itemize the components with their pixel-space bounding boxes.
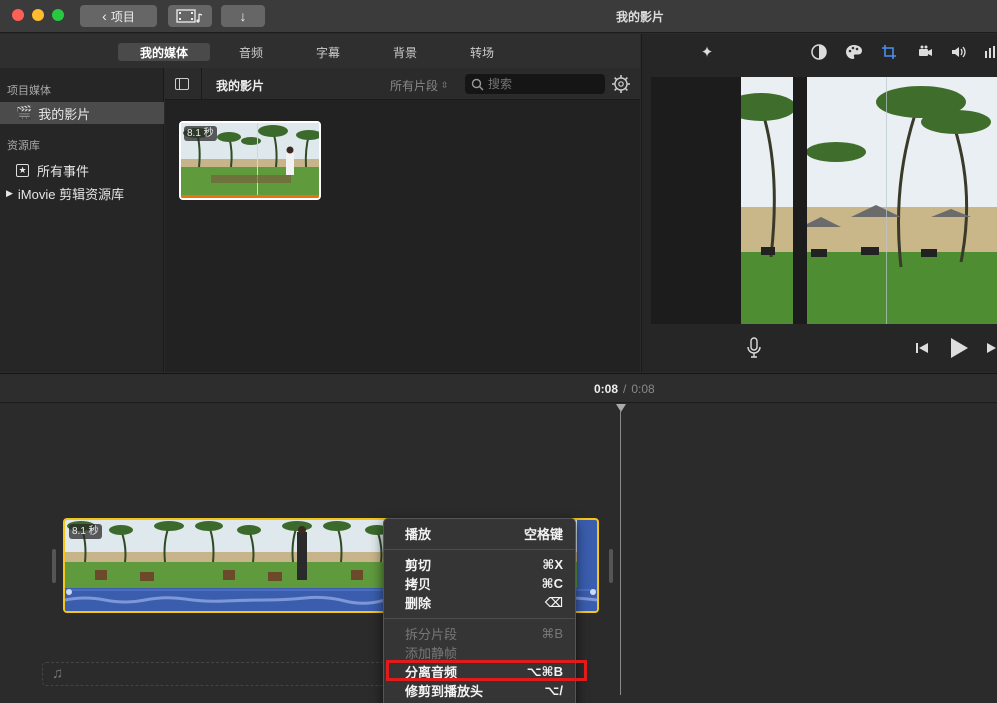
crop-icon[interactable] bbox=[880, 43, 898, 61]
clip-duration-badge: 8.1 秒 bbox=[184, 126, 217, 141]
video-preview-area bbox=[651, 77, 997, 324]
sidebar-item-my-movie[interactable]: 🎬 我的影片 bbox=[0, 102, 164, 124]
section-project-media: 项目媒体 bbox=[7, 85, 51, 97]
browser-title: 我的影片 bbox=[216, 79, 265, 93]
microphone-icon[interactable] bbox=[746, 337, 762, 359]
skip-forward-icon[interactable] bbox=[986, 340, 997, 361]
menu-item-label: 修剪到播放头 bbox=[405, 684, 484, 699]
menu-item-label: 拷贝 bbox=[405, 577, 432, 592]
menu-item-delete[interactable]: 删除 ⌫ bbox=[384, 593, 575, 612]
menu-item-label: 剪切 bbox=[405, 558, 432, 573]
sidebar-item-library[interactable]: ▶ iMovie 剪辑资源库 bbox=[0, 182, 164, 204]
tab-my-media[interactable]: 我的媒体 bbox=[118, 43, 210, 61]
menu-item-cut[interactable]: 剪切 ⌘X bbox=[384, 555, 575, 574]
close-window-button[interactable] bbox=[12, 9, 24, 21]
chevron-updown-icon: ⇳ bbox=[441, 80, 449, 90]
color-balance-icon[interactable] bbox=[810, 43, 828, 61]
film-music-icon bbox=[176, 9, 203, 23]
magic-wand-icon[interactable]: ✦ bbox=[698, 43, 716, 61]
timecode-bar: 0:08 / 0:08 bbox=[0, 373, 997, 403]
music-note-icon: ♫ bbox=[52, 665, 64, 682]
menu-separator bbox=[384, 549, 575, 550]
volume-icon[interactable] bbox=[950, 43, 968, 61]
sidebar-item-label: 我的影片 bbox=[38, 106, 91, 122]
media-tab-bar: 我的媒体 音频 字幕 背景 转场 bbox=[0, 34, 640, 68]
menu-item-shortcut: ⌘B bbox=[541, 625, 563, 641]
tab-backgrounds[interactable]: 背景 bbox=[380, 43, 430, 61]
playhead-line bbox=[620, 410, 621, 695]
sidebar-toggle-icon[interactable] bbox=[175, 78, 189, 90]
equalizer-icon[interactable] bbox=[982, 43, 997, 61]
menu-item-copy[interactable]: 拷贝 ⌘C bbox=[384, 574, 575, 593]
tab-titles[interactable]: 字幕 bbox=[303, 43, 353, 61]
play-icon[interactable] bbox=[948, 336, 970, 365]
disclosure-triangle-icon: ▶ bbox=[6, 187, 13, 198]
clip-trim-handle-right[interactable] bbox=[609, 549, 613, 583]
filter-label: 所有片段 bbox=[390, 79, 439, 93]
imovie-window: ‹ 项目 ↓ 我的影片 我的媒体 音频 字幕 背景 转场 项目媒体 🎬 我的影片… bbox=[0, 0, 997, 703]
star-box-icon: ★ bbox=[16, 163, 29, 177]
menu-item-trim-to-playhead[interactable]: 修剪到播放头 ⌥/ bbox=[384, 681, 575, 700]
sidebar-item-label: iMovie 剪辑资源库 bbox=[17, 186, 125, 202]
skip-back-icon[interactable] bbox=[914, 340, 930, 361]
timecode-display: 0:08 / 0:08 bbox=[594, 382, 655, 396]
clip-filter-select[interactable]: 所有片段 ⇳ bbox=[390, 77, 449, 94]
browser-header: 我的影片 所有片段 ⇳ bbox=[165, 68, 640, 100]
tab-audio[interactable]: 音频 bbox=[226, 43, 276, 61]
menu-item-label: 播放 bbox=[405, 527, 432, 542]
sidebar-item-label: 所有事件 bbox=[37, 163, 90, 179]
media-import-button[interactable] bbox=[168, 5, 212, 27]
total-time: 0:08 bbox=[631, 382, 655, 396]
browser-clip-thumbnail[interactable]: 8.1 秒 bbox=[179, 121, 321, 200]
gear-icon[interactable] bbox=[611, 74, 631, 94]
menu-item-label: 拆分片段 bbox=[405, 627, 458, 642]
current-time: 0:08 bbox=[594, 382, 619, 396]
clapper-icon: 🎬 bbox=[16, 105, 33, 120]
video-frame-image bbox=[741, 77, 997, 324]
search-input[interactable] bbox=[488, 77, 598, 91]
highlight-box bbox=[386, 660, 587, 681]
menu-item-shortcut: ⌘X bbox=[542, 556, 563, 572]
title-bar: ‹ 项目 ↓ 我的影片 bbox=[0, 0, 997, 33]
arrow-down-icon: ↓ bbox=[239, 8, 247, 24]
clip-duration-badge: 8.1 秒 bbox=[69, 524, 102, 539]
search-field[interactable] bbox=[465, 74, 605, 94]
back-button-label: 项目 bbox=[110, 9, 135, 24]
menu-item-play[interactable]: 播放 空格键 bbox=[384, 524, 575, 543]
time-separator: / bbox=[623, 382, 627, 396]
menu-item-split-clip: 拆分片段 ⌘B bbox=[384, 624, 575, 643]
libraries-sidebar: 项目媒体 🎬 我的影片 资源库 ★ 所有事件 ▶ iMovie 剪辑资源库 bbox=[0, 68, 164, 372]
delete-key-icon: ⌫ bbox=[544, 594, 563, 610]
section-libraries: 资源库 bbox=[7, 140, 40, 152]
menu-item-shortcut: 空格键 bbox=[523, 527, 563, 542]
minimize-window-button[interactable] bbox=[32, 9, 44, 21]
color-palette-icon[interactable] bbox=[845, 43, 863, 61]
sidebar-item-all-events[interactable]: ★ 所有事件 bbox=[0, 159, 164, 181]
window-title: 我的影片 bbox=[615, 10, 664, 24]
menu-item-label: 删除 bbox=[405, 596, 432, 611]
media-browser: 我的影片 所有片段 ⇳ 8.1 秒 bbox=[165, 68, 640, 372]
background-music-well[interactable]: ♫ bbox=[42, 662, 387, 686]
video-camera-icon[interactable] bbox=[916, 43, 934, 61]
import-button[interactable]: ↓ bbox=[221, 5, 265, 27]
menu-item-shortcut: ⌘C bbox=[541, 575, 563, 591]
menu-item-shortcut: ⌥/ bbox=[544, 682, 563, 698]
tab-transitions[interactable]: 转场 bbox=[457, 43, 507, 61]
viewer-panel: ✦ bbox=[641, 34, 997, 372]
menu-separator bbox=[384, 618, 575, 619]
playhead-handle[interactable] bbox=[616, 404, 626, 412]
back-to-projects-button[interactable]: ‹ 项目 bbox=[80, 5, 157, 27]
search-icon bbox=[471, 78, 484, 90]
chevron-left-icon: ‹ bbox=[102, 8, 107, 24]
clip-trim-handle-left[interactable] bbox=[52, 549, 56, 583]
zoom-window-button[interactable] bbox=[52, 9, 64, 21]
